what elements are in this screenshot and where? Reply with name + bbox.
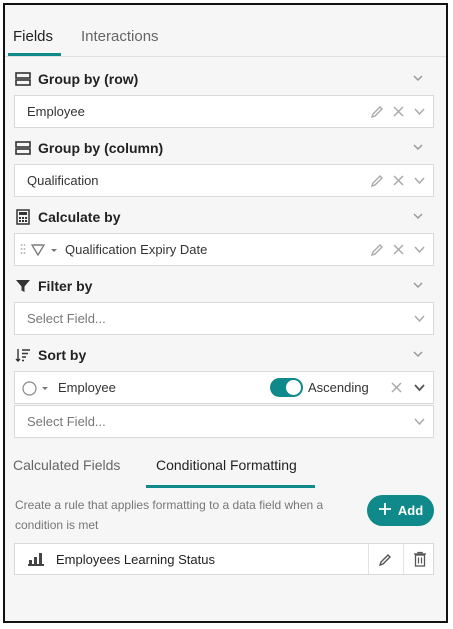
edit-rule-pencil-icon[interactable] [378, 552, 393, 572]
divider [368, 544, 369, 574]
dropdown-chevron-icon[interactable] [412, 414, 427, 429]
rows-icon [15, 71, 31, 87]
collapse-chevron-icon[interactable] [411, 278, 425, 297]
calculate-by-field[interactable]: Qualification Expiry Date [14, 233, 434, 266]
tab-calculated-fields[interactable]: Calculated Fields [13, 457, 120, 473]
edit-pencil-icon[interactable] [370, 242, 385, 257]
divider [403, 544, 404, 574]
add-label: Add [397, 503, 424, 518]
collapse-chevron-icon[interactable] [411, 209, 425, 228]
edit-pencil-icon[interactable] [370, 173, 385, 188]
sort-order-label: Ascending [308, 380, 369, 395]
section-title: Group by (row) [38, 71, 139, 87]
field-settings-panel: Fields Interactions Group by (row) Emplo… [3, 3, 448, 623]
delete-rule-trash-icon[interactable] [413, 551, 427, 572]
top-tabs: Fields Interactions [5, 5, 446, 57]
calculator-icon [15, 209, 31, 225]
active-tab-indicator [8, 53, 61, 56]
remove-x-icon[interactable] [389, 380, 404, 395]
field-value: Qualification Expiry Date [65, 242, 208, 257]
remove-x-icon[interactable] [391, 173, 406, 188]
collapse-chevron-icon[interactable] [411, 347, 425, 366]
sort-by-field[interactable]: Employee Ascending [14, 371, 434, 404]
conditional-formatting-description: Create a rule that applies formatting to… [15, 498, 324, 532]
drag-handle-icon[interactable] [20, 243, 26, 262]
section-title: Sort by [38, 347, 87, 363]
section-sort-by: Sort by [15, 345, 425, 365]
columns-icon [15, 140, 31, 156]
sort-icon [15, 347, 31, 363]
formatting-rule-row[interactable]: Employees Learning Status [14, 543, 434, 575]
section-title: Calculate by [38, 209, 121, 225]
dropdown-chevron-icon[interactable] [412, 242, 427, 257]
rule-name: Employees Learning Status [56, 552, 215, 567]
group-by-column-field[interactable]: Qualification [14, 164, 434, 197]
aggregation-dropdown-icon[interactable] [49, 243, 59, 262]
field-value: Employee [58, 380, 116, 395]
collapse-chevron-icon[interactable] [411, 71, 425, 90]
dropdown-chevron-icon[interactable] [412, 173, 427, 188]
section-filter-by: Filter by [15, 276, 425, 296]
tab-conditional-formatting[interactable]: Conditional Formatting [156, 457, 297, 473]
plus-icon [378, 502, 392, 519]
tab-fields[interactable]: Fields [13, 28, 53, 45]
dropdown-chevron-icon[interactable] [412, 104, 427, 119]
collapse-chevron-icon[interactable] [411, 140, 425, 159]
add-rule-button[interactable]: Add [367, 495, 434, 526]
radio-button[interactable] [22, 381, 37, 401]
edit-pencil-icon[interactable] [370, 104, 385, 119]
select-placeholder: Select Field... [27, 414, 106, 429]
tab-interactions[interactable]: Interactions [81, 28, 159, 45]
field-value: Employee [27, 104, 85, 119]
bar-chart-icon [28, 552, 44, 571]
field-value: Qualification [27, 173, 99, 188]
sort-order-toggle[interactable] [270, 378, 303, 397]
section-title: Filter by [38, 278, 93, 294]
section-title: Group by (column) [38, 140, 164, 156]
remove-x-icon[interactable] [391, 104, 406, 119]
remove-x-icon[interactable] [391, 242, 406, 257]
filter-icon [15, 278, 31, 294]
sub-tabs: Calculated Fields Conditional Formatting [5, 453, 446, 489]
group-by-row-field[interactable]: Employee [14, 95, 434, 128]
section-group-by-column: Group by (column) [15, 138, 425, 158]
section-group-by-row: Group by (row) [15, 69, 425, 89]
select-placeholder: Select Field... [27, 311, 106, 326]
sort-select-field[interactable]: Select Field... [14, 405, 434, 438]
active-subtab-indicator [146, 485, 315, 488]
filter-select-field[interactable]: Select Field... [14, 302, 434, 335]
aggregation-icon[interactable] [30, 243, 46, 262]
dropdown-chevron-icon[interactable] [412, 311, 427, 326]
section-calculate-by: Calculate by [15, 207, 425, 227]
dropdown-chevron-icon[interactable] [412, 380, 427, 395]
sort-field-dropdown-icon[interactable] [40, 381, 50, 400]
toggle-knob [286, 380, 301, 395]
